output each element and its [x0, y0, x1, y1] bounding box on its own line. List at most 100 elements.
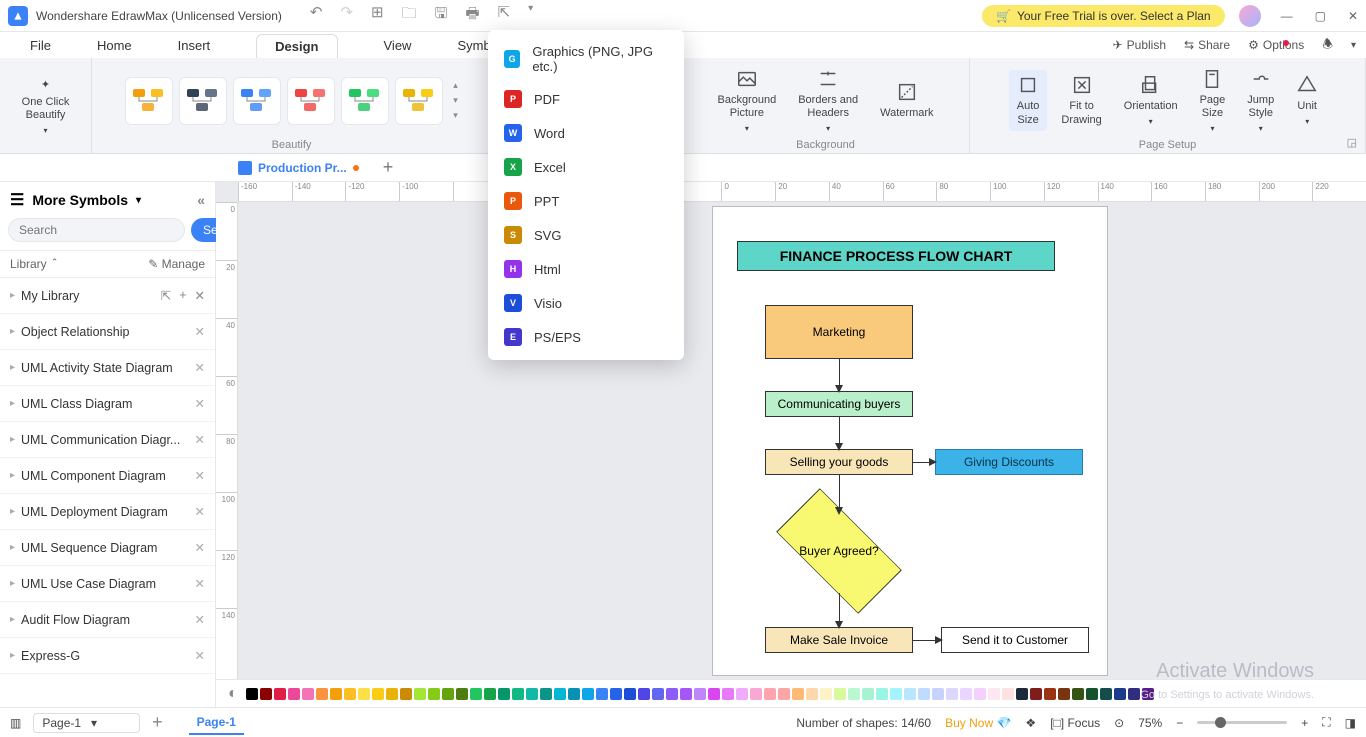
marketing-box[interactable]: Marketing: [765, 305, 913, 359]
close-icon[interactable]: ✕: [195, 504, 205, 519]
color-swatch[interactable]: [344, 688, 356, 700]
color-swatch[interactable]: [638, 688, 650, 700]
send-to-customer-box[interactable]: Send it to Customer: [941, 627, 1089, 653]
jump-style-button[interactable]: Jump Style▾: [1239, 68, 1282, 134]
canvas[interactable]: -160-140-120-100020406080100120140160180…: [216, 182, 1366, 679]
style-preset-0[interactable]: [125, 77, 173, 125]
color-swatch[interactable]: [372, 688, 384, 700]
undo-icon[interactable]: ↶: [310, 3, 323, 28]
options-button[interactable]: ⚙ Options: [1248, 38, 1304, 52]
giving-discounts-box[interactable]: Giving Discounts: [935, 449, 1083, 475]
color-swatch[interactable]: [1100, 688, 1112, 700]
library-item[interactable]: ▸My Library⇱+✕: [0, 278, 215, 314]
color-swatch[interactable]: [1114, 688, 1126, 700]
color-swatch[interactable]: [624, 688, 636, 700]
menu-insert[interactable]: Insert: [178, 38, 211, 53]
color-swatch[interactable]: [750, 688, 762, 700]
color-swatch[interactable]: [792, 688, 804, 700]
drawing-page[interactable]: FINANCE PROCESS FLOW CHART Marketing Com…: [712, 206, 1108, 676]
library-item[interactable]: ▸UML Activity State Diagram✕: [0, 350, 215, 386]
style-preset-3[interactable]: [287, 77, 335, 125]
color-swatch[interactable]: [428, 688, 440, 700]
library-item[interactable]: ▸UML Communication Diagr...✕: [0, 422, 215, 458]
color-swatch[interactable]: [834, 688, 846, 700]
color-swatch[interactable]: [554, 688, 566, 700]
color-swatch[interactable]: [680, 688, 692, 700]
share-button[interactable]: ⇆ Share: [1184, 38, 1230, 52]
search-input[interactable]: [8, 218, 185, 242]
communicating-buyers-box[interactable]: Communicating buyers: [765, 391, 913, 417]
color-swatch[interactable]: [1086, 688, 1098, 700]
color-swatch[interactable]: [470, 688, 482, 700]
library-item[interactable]: ▸Express-G✕: [0, 638, 215, 674]
library-label[interactable]: Library: [10, 257, 47, 271]
save-icon[interactable]: 🖫: [435, 3, 448, 28]
color-swatch[interactable]: [778, 688, 790, 700]
style-preset-4[interactable]: [341, 77, 389, 125]
color-swatch[interactable]: [1058, 688, 1070, 700]
color-swatch[interactable]: [568, 688, 580, 700]
library-item[interactable]: ▸Object Relationship✕: [0, 314, 215, 350]
color-swatch[interactable]: [610, 688, 622, 700]
color-swatch[interactable]: [484, 688, 496, 700]
color-swatch[interactable]: [862, 688, 874, 700]
chevron-up-icon[interactable]: ⌃: [51, 257, 59, 271]
export-svg[interactable]: SSVG: [488, 218, 684, 252]
color-swatch[interactable]: [1072, 688, 1084, 700]
close-icon[interactable]: ✕: [1348, 9, 1358, 23]
maximize-icon[interactable]: ▢: [1315, 9, 1326, 23]
color-swatch[interactable]: [932, 688, 944, 700]
fit-page-icon[interactable]: ⊙: [1114, 716, 1124, 730]
export-ps-eps[interactable]: EPS/EPS: [488, 320, 684, 354]
publish-button[interactable]: ✈ Publish: [1113, 38, 1166, 52]
zoom-out-button[interactable]: −: [1176, 716, 1183, 730]
color-swatch[interactable]: [876, 688, 888, 700]
color-swatch[interactable]: [960, 688, 972, 700]
close-icon[interactable]: ✕: [195, 576, 205, 591]
manage-button[interactable]: ✎ Manage: [148, 257, 205, 271]
redo-icon[interactable]: ↷: [340, 3, 353, 28]
hamburger-icon[interactable]: ☰: [10, 190, 24, 210]
export-html[interactable]: HHtml: [488, 252, 684, 286]
avatar[interactable]: [1239, 5, 1261, 27]
menu-view[interactable]: View: [384, 38, 412, 53]
color-swatch[interactable]: [512, 688, 524, 700]
library-item[interactable]: ▸UML Sequence Diagram✕: [0, 530, 215, 566]
color-swatch[interactable]: [806, 688, 818, 700]
library-item[interactable]: ▸UML Class Diagram✕: [0, 386, 215, 422]
color-swatch[interactable]: [890, 688, 902, 700]
color-swatch[interactable]: [456, 688, 468, 700]
library-item[interactable]: ▸Audit Flow Diagram✕: [0, 602, 215, 638]
style-preset-2[interactable]: [233, 77, 281, 125]
color-swatch[interactable]: [1016, 688, 1028, 700]
one-click-beautify-button[interactable]: ✦ One Click Beautify ▾: [14, 79, 78, 136]
style-preset-1[interactable]: [179, 77, 227, 125]
make-sale-invoice-box[interactable]: Make Sale Invoice: [765, 627, 913, 653]
color-swatch[interactable]: [442, 688, 454, 700]
page-tab[interactable]: Page-1: [189, 711, 244, 735]
trial-banner[interactable]: 🛒 Your Free Trial is over. Select a Plan: [982, 5, 1225, 27]
add-tab-button[interactable]: +: [383, 157, 394, 178]
color-swatch[interactable]: [540, 688, 552, 700]
color-swatch[interactable]: [918, 688, 930, 700]
export-visio[interactable]: VVisio: [488, 286, 684, 320]
color-swatch[interactable]: [330, 688, 342, 700]
document-tab[interactable]: Production Pr...: [238, 161, 359, 175]
selling-goods-box[interactable]: Selling your goods: [765, 449, 913, 475]
page-size-button[interactable]: Page Size▾: [1192, 68, 1234, 134]
layers-icon[interactable]: ❖: [1025, 716, 1036, 730]
color-swatch[interactable]: [666, 688, 678, 700]
export-icon[interactable]: ⇱: [498, 3, 511, 28]
color-swatch[interactable]: [1030, 688, 1042, 700]
fit-to-drawing-button[interactable]: Fit to Drawing: [1053, 74, 1109, 126]
add-icon[interactable]: +: [179, 288, 186, 303]
zoom-in-button[interactable]: +: [1301, 716, 1308, 730]
export-ppt[interactable]: PPPT: [488, 184, 684, 218]
dropdown-icon[interactable]: ▾: [528, 3, 533, 28]
color-swatch[interactable]: [694, 688, 706, 700]
panel-icon[interactable]: ◨: [1345, 716, 1356, 730]
close-icon[interactable]: ✕: [195, 288, 205, 303]
color-swatch[interactable]: [260, 688, 272, 700]
color-swatch[interactable]: [1002, 688, 1014, 700]
page-nav-icon[interactable]: ▥: [10, 716, 21, 730]
